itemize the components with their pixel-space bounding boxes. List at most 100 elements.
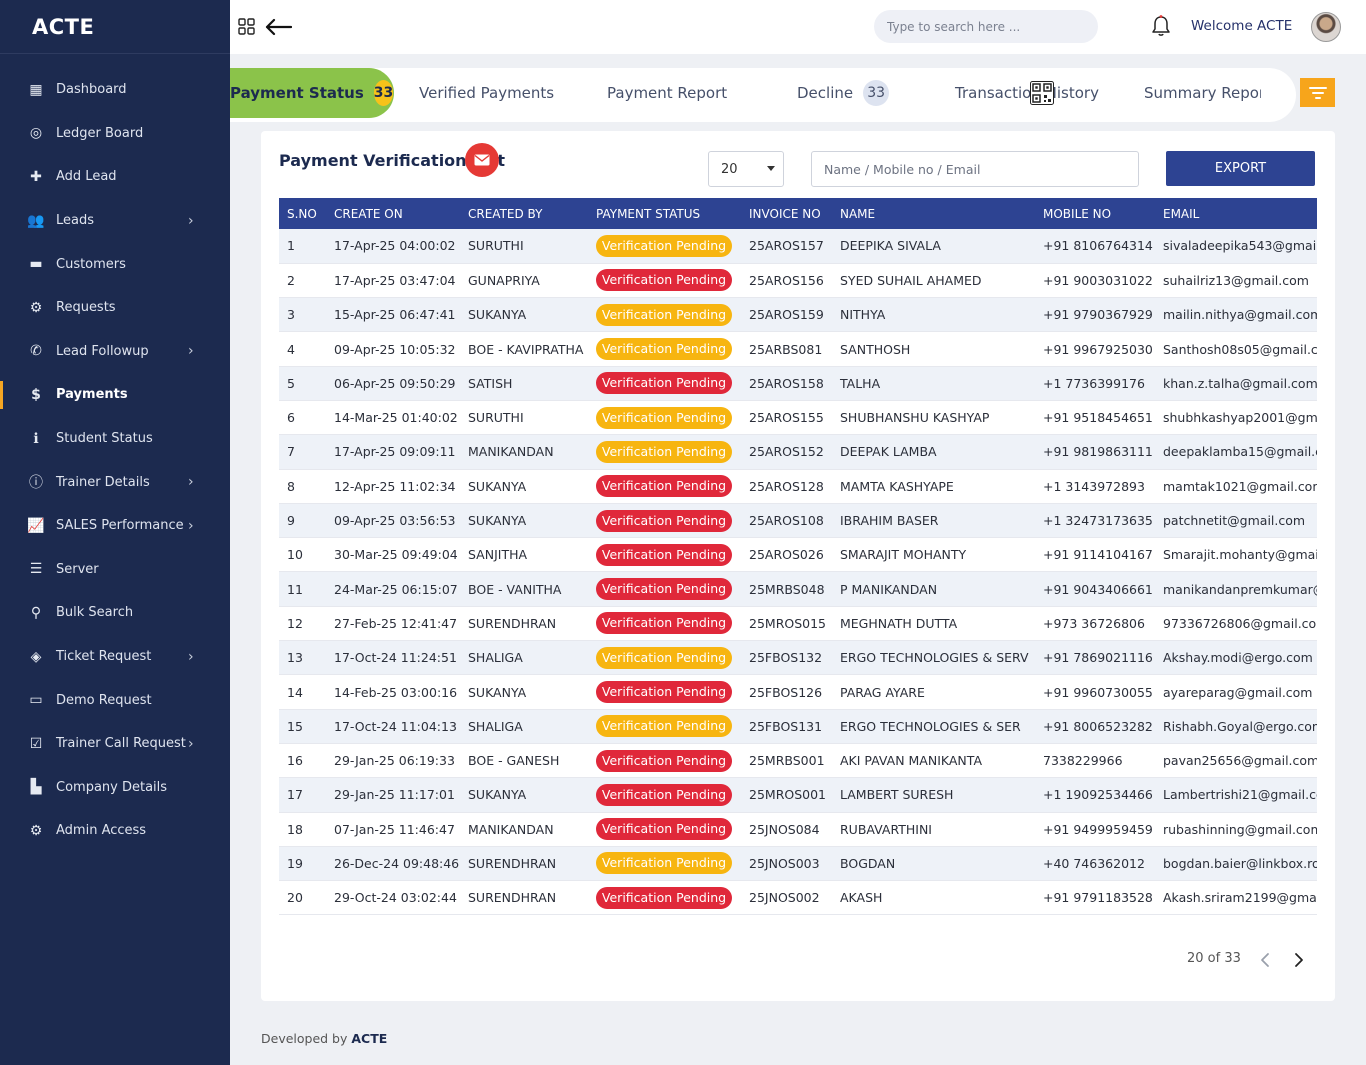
table-row[interactable]: 4 09-Apr-25 10:05:32 BOE - KAVIPRATHA Verif…	[279, 331, 1317, 367]
table-row[interactable]: 20 29-Oct-24 03:02:44 SURENDHRAN Verificati…	[279, 880, 1317, 915]
grid-menu-icon[interactable]	[238, 18, 255, 35]
status-badge[interactable]: Verification Pending	[596, 818, 732, 841]
sidebar-item-sales-performance[interactable]: 📈 SALES Performance ›	[0, 504, 230, 548]
tab-payment-status[interactable]: Payment Status 33	[230, 68, 394, 118]
table-row[interactable]: 17 29-Jan-25 11:17:01 SUKANYA Verification …	[279, 777, 1317, 813]
payment-table-wrapper[interactable]: S.NO CREATE ON CREATED BY PAYMENT STATUS INV…	[279, 198, 1317, 915]
table-row[interactable]: 3 15-Apr-25 06:47:41 SUKANYA Verification P…	[279, 297, 1317, 333]
cell-status: Verification Pending	[588, 777, 741, 813]
chevron-left-icon[interactable]	[1257, 951, 1273, 969]
table-row[interactable]: 8 12-Apr-25 11:02:34 SUKANYA Verification P…	[279, 469, 1317, 504]
status-badge[interactable]: Verification Pending	[596, 852, 732, 875]
table-row[interactable]: 2 17-Apr-25 03:47:04 GUNAPRIYA Verification…	[279, 263, 1317, 299]
sidebar-item-company-details[interactable]: ▙ Company Details	[0, 766, 230, 810]
status-badge[interactable]: Verification Pending	[596, 372, 732, 395]
status-badge[interactable]: Verification Pending	[596, 612, 732, 635]
tab-transaction-history[interactable]: Transaction History	[955, 68, 1099, 118]
table-row[interactable]: 13 17-Oct-24 11:24:51 SHALIGA Verification …	[279, 640, 1317, 676]
cell-mobile: 7338229966	[1035, 743, 1155, 779]
cell-created-by: SUKANYA	[460, 469, 588, 504]
sidebar-item-demo-request[interactable]: ▭ Demo Request	[0, 678, 230, 722]
status-badge[interactable]: Verification Pending	[596, 509, 732, 532]
status-badge[interactable]: Verification Pending	[596, 475, 732, 498]
sidebar-item-trainer-details[interactable]: ⓘ Trainer Details ›	[0, 460, 230, 504]
status-badge[interactable]: Verification Pending	[596, 543, 732, 566]
sidebar-item-requests[interactable]: ⚙ Requests	[0, 286, 230, 330]
footer-prefix: Developed by	[261, 1031, 348, 1046]
cell-created-by: SUKANYA	[460, 674, 588, 710]
tab-summary-report[interactable]: Summary Report	[1144, 68, 1261, 118]
status-badge[interactable]: Verification Pending	[596, 715, 732, 738]
status-badge[interactable]: Verification Pending	[596, 303, 732, 326]
sidebar-item-bulk-search[interactable]: ⚲ Bulk Search	[0, 591, 230, 635]
name-mobile-email-filter-input[interactable]	[811, 151, 1139, 187]
cell-name: LAMBERT SURESH	[832, 777, 1035, 813]
cell-created-on: 29-Jan-25 11:17:01	[326, 777, 460, 813]
table-row[interactable]: 19 26-Dec-24 09:48:46 SURENDHRAN Verificati…	[279, 846, 1317, 882]
sidebar-item-leads[interactable]: 👥 Leads ›	[0, 199, 230, 243]
sidebar-item-server[interactable]: ☰ Server	[0, 548, 230, 592]
cell-invoice: 25JNOS084	[741, 812, 832, 847]
cell-name: SYED SUHAIL AHAMED	[832, 263, 1035, 299]
cell-sno: 11	[279, 571, 326, 607]
chevron-right-icon[interactable]	[1291, 951, 1307, 969]
table-row[interactable]: 15 17-Oct-24 11:04:13 SHALIGA Verification …	[279, 709, 1317, 744]
status-badge[interactable]: Verification Pending	[596, 681, 732, 703]
status-badge[interactable]: Verification Pending	[596, 886, 732, 909]
table-row[interactable]: 1 17-Apr-25 04:00:02 SURUTHI Verification P…	[279, 229, 1317, 264]
sidebar-item-label: Trainer Details	[56, 474, 150, 490]
back-arrow-icon[interactable]	[264, 16, 292, 38]
sidebar-item-add-lead[interactable]: ✚ Add Lead	[0, 155, 230, 199]
bell-icon[interactable]	[1150, 14, 1172, 38]
status-badge[interactable]: Verification Pending	[596, 749, 732, 772]
sidebar-item-label: Customers	[56, 256, 126, 272]
sidebar-item-payments[interactable]: $ Payments	[0, 373, 230, 417]
status-badge[interactable]: Verification Pending	[596, 338, 732, 361]
cell-created-on: 14-Mar-25 01:40:02	[326, 400, 460, 436]
tab-verified-payments[interactable]: Verified Payments	[419, 68, 554, 118]
table-row[interactable]: 9 09-Apr-25 03:56:53 SUKANYA Verification P…	[279, 503, 1317, 539]
sidebar-item-student-status[interactable]: ℹ Student Status	[0, 417, 230, 461]
cell-sno: 2	[279, 263, 326, 299]
table-row[interactable]: 5 06-Apr-25 09:50:29 SATISH Verification Pe…	[279, 366, 1317, 401]
filter-button[interactable]	[1300, 78, 1335, 107]
tab-decline[interactable]: Decline 33	[797, 68, 890, 118]
status-badge[interactable]: Verification Pending	[596, 783, 732, 806]
table-row[interactable]: 16 29-Jan-25 06:19:33 BOE - GANESH Verifica…	[279, 743, 1317, 779]
status-badge[interactable]: Verification Pending	[596, 406, 732, 429]
status-badge[interactable]: Verification Pending	[596, 440, 732, 463]
cell-status: Verification Pending	[588, 743, 741, 779]
table-row[interactable]: 12 27-Feb-25 12:41:47 SURENDHRAN Verificati…	[279, 606, 1317, 642]
sidebar-item-admin-access[interactable]: ⚙ Admin Access	[0, 809, 230, 853]
sidebar-item-trainer-call-request[interactable]: ☑ Trainer Call Request ›	[0, 722, 230, 766]
cell-email: bogdan.baier@linkbox.ro	[1155, 846, 1317, 882]
search-input[interactable]	[874, 10, 1098, 43]
mail-button[interactable]	[465, 143, 499, 177]
status-badge[interactable]: Verification Pending	[596, 646, 732, 669]
brand-logo[interactable]: ACTE	[0, 0, 230, 54]
table-row[interactable]: 18 07-Jan-25 11:46:47 MANIKANDAN Verificati…	[279, 812, 1317, 847]
page-size-select[interactable]: 20	[708, 151, 784, 187]
table-row[interactable]: 10 30-Mar-25 09:49:04 SANJITHA Verification…	[279, 537, 1317, 573]
sidebar-item-ticket-request[interactable]: ◈ Ticket Request ›	[0, 635, 230, 679]
table-row[interactable]: 14 14-Feb-25 03:00:16 SUKANYA Verification …	[279, 674, 1317, 710]
sidebar-item-lead-followup[interactable]: ✆ Lead Followup ›	[0, 330, 230, 374]
user-avatar[interactable]	[1311, 12, 1341, 42]
tab-payment-report[interactable]: Payment Report	[607, 68, 727, 118]
status-badge[interactable]: Verification Pending	[596, 234, 732, 257]
cell-created-by: SURUTHI	[460, 229, 588, 264]
export-button[interactable]: EXPORT	[1166, 151, 1315, 186]
qr-code-icon[interactable]	[1030, 81, 1054, 105]
status-badge[interactable]: Verification Pending	[596, 269, 732, 292]
cell-created-on: 17-Apr-25 03:47:04	[326, 263, 460, 299]
sidebar-item-ledger-board[interactable]: ◎ Ledger Board	[0, 112, 230, 156]
cell-created-by: SATISH	[460, 366, 588, 401]
table-row[interactable]: 6 14-Mar-25 01:40:02 SURUTHI Verification P…	[279, 400, 1317, 436]
sidebar-item-label: Company Details	[56, 779, 168, 795]
sidebar-item-customers[interactable]: ▬ Customers	[0, 242, 230, 286]
table-row[interactable]: 11 24-Mar-25 06:15:07 BOE - VANITHA Verific…	[279, 571, 1317, 607]
status-badge[interactable]: Verification Pending	[596, 578, 732, 601]
sidebar-nav: ▦ Dashboard ◎ Ledger Board ✚ Add Lead 👥 Leads › ▬…	[0, 54, 230, 853]
table-row[interactable]: 7 17-Apr-25 09:09:11 MANIKANDAN Verificatio…	[279, 434, 1317, 470]
sidebar-item-dashboard[interactable]: ▦ Dashboard	[0, 68, 230, 112]
